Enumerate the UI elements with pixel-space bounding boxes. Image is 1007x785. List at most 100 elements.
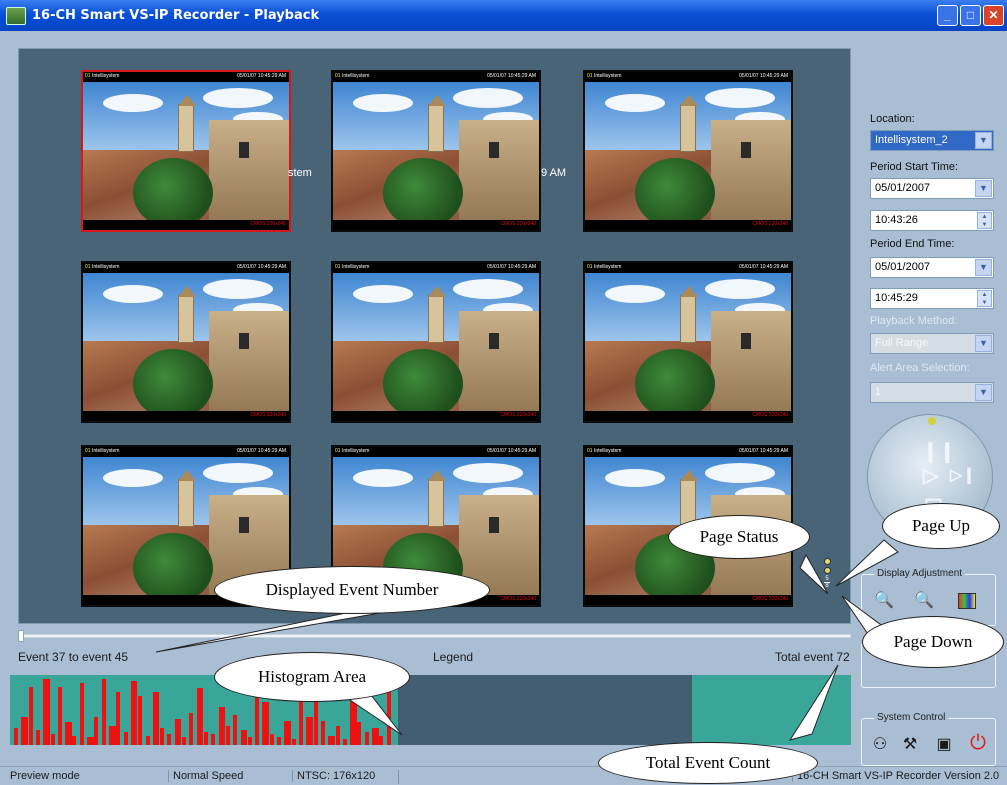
histogram-bar — [262, 701, 270, 745]
channel-number: 01 — [335, 73, 341, 79]
video-frame — [83, 82, 289, 220]
event-slider-thumb[interactable] — [18, 630, 24, 642]
thumbnail-footer: CMOS 320x240 — [83, 411, 289, 419]
step-forward-icon[interactable]: ▷❙ — [950, 465, 976, 485]
thumbnail-footer: CMOS 320x240 — [585, 595, 791, 603]
camera-name: Intellisystem — [593, 448, 622, 454]
thumbnail-header: 01 Intellisystem 05/01/07 10:45:29 AM — [333, 447, 539, 457]
camera-icon[interactable]: ⚇ — [870, 735, 890, 755]
status-product: 16-CH Smart VS-IP Recorder Version 2.0 — [792, 770, 999, 782]
callout-page-status: Page Status — [668, 515, 810, 559]
period-start-label: Period Start Time: — [870, 161, 959, 173]
chevron-down-icon[interactable]: ▼ — [975, 180, 992, 197]
app-icon — [6, 6, 26, 25]
histogram-bar — [196, 688, 204, 745]
histogram-bar — [94, 716, 99, 745]
thumbnail-timestamp: 05/01/07 10:45:29 AM — [739, 448, 788, 454]
histogram-bar — [350, 694, 357, 745]
spinner-icon[interactable]: ▲ ▼ — [977, 212, 992, 229]
histogram-bar — [57, 686, 62, 745]
color-adjust-icon[interactable] — [958, 593, 976, 609]
thumbnail-header: 01 Intellisystem 05/01/07 10:45:29 AM — [333, 72, 539, 82]
end-time-spinner[interactable]: 10:45:29 ▲ ▼ — [870, 288, 994, 309]
zoom-out-icon[interactable]: 🔍 — [914, 591, 934, 611]
callout-page-up: Page Up — [882, 503, 1000, 549]
histogram-bar — [233, 714, 238, 745]
camera-name: Intellisystem — [91, 73, 120, 79]
thumbnail-timestamp: 05/01/07 10:45:29 AM — [237, 264, 286, 270]
status-mode: Preview mode — [10, 770, 80, 782]
chevron-down-icon[interactable]: ▼ — [975, 384, 992, 401]
histogram-bar — [152, 692, 160, 745]
channel-number: 01 — [85, 264, 91, 270]
page-down-icon[interactable] — [823, 567, 831, 574]
histogram-bar — [130, 680, 138, 745]
thumbnail-channel: 01 Intellisystem — [85, 73, 119, 82]
camera-name: Intellisystem — [341, 73, 370, 79]
power-icon[interactable]: ⏻ — [968, 733, 988, 753]
histogram-bar — [72, 735, 77, 745]
histogram-bar — [14, 728, 19, 745]
camera-thumbnail[interactable]: 01 Intellisystem 05/01/07 10:45:29 AM CMOS… — [331, 261, 541, 423]
zoom-in-icon[interactable]: 🔍 — [874, 591, 894, 611]
event-slider-track[interactable] — [18, 634, 851, 638]
thumbnail-channel: 01 Intellisystem — [335, 73, 369, 82]
histogram-bar — [204, 731, 209, 745]
thumbnail-channel: 01 Intellisystem — [335, 264, 369, 273]
legend-label: Legend — [433, 650, 474, 664]
chevron-down-icon[interactable]: ▼ — [975, 259, 992, 276]
window-title: 16-CH Smart VS-IP Recorder - Playback — [32, 8, 320, 23]
start-date-select[interactable]: 05/01/2007 ▼ — [870, 178, 994, 199]
histogram-bar — [306, 716, 313, 745]
alert-area-select[interactable]: 1 ▼ — [870, 382, 994, 403]
thumbnail-footer: CMOS 320x240 — [333, 411, 539, 419]
histogram-bar — [328, 735, 335, 745]
camera-thumbnail[interactable]: 01 Intellisystem 05/01/07 10:45:29 AM CMOS… — [583, 70, 793, 232]
histogram-bar — [174, 718, 182, 745]
histogram-area[interactable] — [10, 675, 851, 745]
display-adjustment-title: Display Adjustment — [874, 568, 966, 579]
camera-thumbnail[interactable]: 01 Intellisystem 05/01/07 10:45:29 AM CMOS… — [331, 70, 541, 232]
histogram-bar — [167, 733, 172, 745]
histogram-bar — [277, 737, 282, 745]
callout-page-down: Page Down — [862, 616, 1004, 668]
location-select[interactable]: Intellisystem_2 ▼ — [870, 130, 994, 151]
minimize-button[interactable]: _ — [937, 5, 958, 26]
camera-name: Intellisystem — [91, 264, 120, 270]
location-value: Intellisystem_2 — [875, 134, 948, 146]
maximize-button[interactable]: □ — [960, 5, 981, 26]
tools-icon[interactable]: ⚒ — [900, 735, 920, 755]
thumbnail-header: 01 Intellisystem 05/01/07 10:45:29 AM — [333, 263, 539, 273]
close-button[interactable]: ✕ — [983, 5, 1004, 26]
start-time-spinner[interactable]: 10:43:26 ▲ ▼ — [870, 210, 994, 231]
channel-number: 01 — [85, 73, 91, 79]
histogram-bar — [211, 733, 216, 745]
camera-thumbnail[interactable]: 01 Intellisystem 05/01/07 10:45:29 AM CMOS… — [583, 261, 793, 423]
overlay-text: 9 AM — [541, 167, 567, 179]
chevron-down-icon[interactable]: ▼ — [975, 132, 992, 149]
histogram-bar — [87, 737, 94, 745]
histogram-bar — [182, 737, 187, 745]
histogram-bar — [189, 712, 194, 745]
end-date-select[interactable]: 05/01/2007 ▼ — [870, 257, 994, 278]
thumbnail-footer: CMOS 320x240 — [585, 220, 791, 228]
thumbnail-header: 01 Intellisystem 05/01/07 10:45:29 AM — [585, 72, 791, 82]
spinner-icon[interactable]: ▲ ▼ — [977, 290, 992, 307]
play-icon[interactable]: ▷ — [923, 463, 938, 488]
chevron-down-icon[interactable]: ▼ — [975, 335, 992, 352]
page-up-icon[interactable] — [823, 558, 831, 565]
histogram-bar — [255, 690, 260, 745]
monitor-icon[interactable]: ▣ — [934, 735, 954, 755]
thumbnail-channel: 01 Intellisystem — [335, 448, 369, 457]
histogram-bar — [116, 692, 121, 745]
histogram-bar — [335, 726, 340, 745]
camera-name: Intellisystem — [593, 264, 622, 270]
camera-thumbnail[interactable]: 01 Intellisystem 05/01/07 10:45:29 AM CMOS… — [81, 70, 291, 232]
alert-area-label: Alert Area Selection: — [870, 362, 970, 374]
camera-thumbnail[interactable]: 01 Intellisystem 05/01/07 10:45:29 AM CMOS… — [81, 261, 291, 423]
title-bar: 16-CH Smart VS-IP Recorder - Playback — [0, 0, 1007, 31]
playback-method-select[interactable]: Full Range ▼ — [870, 333, 994, 354]
video-frame — [585, 273, 791, 411]
histogram-range-right — [692, 675, 851, 745]
pause-icon[interactable]: ❙❙ — [922, 439, 956, 464]
